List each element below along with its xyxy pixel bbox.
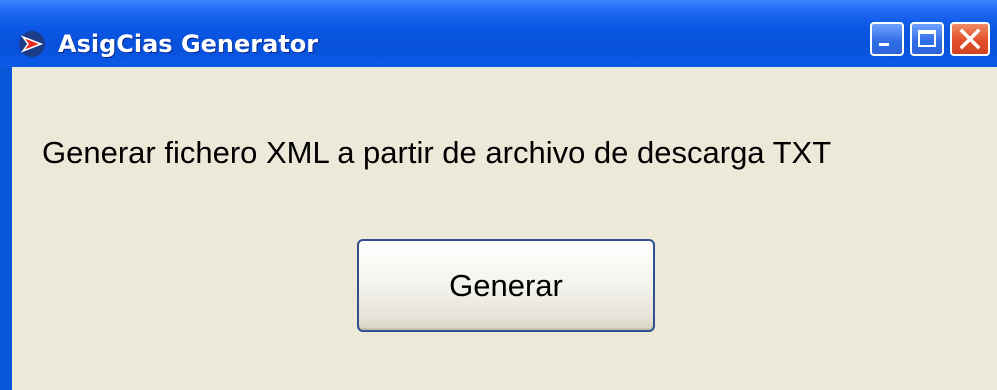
close-icon xyxy=(959,28,981,50)
window-title: AsigCias Generator xyxy=(58,30,319,58)
minimize-icon xyxy=(879,43,889,46)
client-area xyxy=(12,67,997,390)
app-red-arrow-icon xyxy=(19,31,45,57)
maximize-icon xyxy=(918,30,936,47)
maximize-button[interactable] xyxy=(910,22,944,56)
app-window: AsigCias Generator Generar fichero XML a… xyxy=(0,0,997,390)
generate-button-label: Generar xyxy=(449,267,563,303)
minimize-button[interactable] xyxy=(870,22,904,56)
title-bar[interactable]: AsigCias Generator xyxy=(0,0,997,67)
instruction-text: Generar fichero XML a partir de archivo … xyxy=(42,135,832,170)
close-button[interactable] xyxy=(950,22,990,56)
generate-button[interactable]: Generar xyxy=(357,239,655,332)
